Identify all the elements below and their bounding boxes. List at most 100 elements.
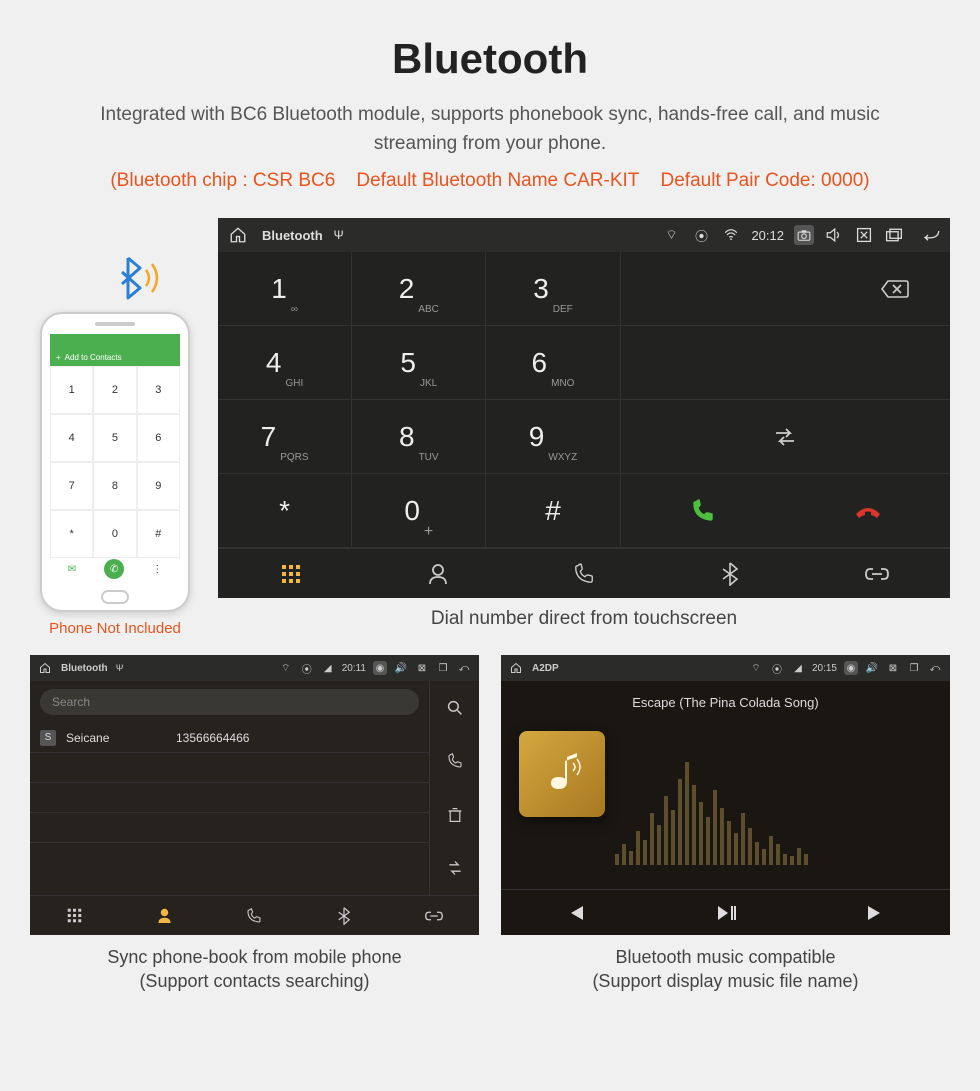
- next-button[interactable]: [800, 890, 950, 935]
- volume-icon[interactable]: 🔊: [394, 661, 408, 675]
- side-delete-icon[interactable]: [430, 788, 479, 842]
- side-sync-icon[interactable]: [430, 842, 479, 896]
- phone-key: #: [137, 510, 180, 558]
- contact-row[interactable]: S Seicane 13566664466: [30, 723, 429, 753]
- volume-icon[interactable]: [824, 225, 844, 245]
- phone-mock-column: +Add to Contacts 1 2 3 4 5 6 7 8 9 * 0 #…: [30, 218, 200, 637]
- phone-mockup: +Add to Contacts 1 2 3 4 5 6 7 8 9 * 0 #…: [40, 312, 190, 612]
- phone-caption: Phone Not Included: [30, 620, 200, 637]
- tab-bluetooth[interactable]: [299, 896, 389, 935]
- phone-key: 9: [137, 462, 180, 510]
- hangup-button[interactable]: [785, 474, 950, 547]
- dial-pad: 1∞ 2ABC 3DEF 4GHI 5JKL 6MNO 7PQRS 8TUV 9…: [218, 252, 621, 548]
- bt-status-icon: ⌔: [279, 661, 293, 675]
- a2dp-panel: A2DP ⌔ ⦿ ◢ 20:15 ◉ 🔊 ⊠ ❐ ⤺ Escape (The P…: [501, 655, 950, 935]
- swap-button[interactable]: [621, 400, 950, 473]
- tab-link[interactable]: [389, 896, 479, 935]
- tab-dialpad[interactable]: [218, 549, 364, 598]
- tab-recent[interactable]: [511, 549, 657, 598]
- camera-icon[interactable]: ◉: [373, 661, 387, 675]
- side-search-icon[interactable]: [430, 681, 479, 735]
- phone-key: *: [50, 510, 93, 558]
- wifi-icon: ◢: [321, 661, 335, 675]
- menu-icon: ⋮: [152, 564, 162, 575]
- phone-key: 6: [137, 414, 180, 462]
- phone-key: 2: [93, 366, 136, 414]
- key-5[interactable]: 5JKL: [352, 326, 486, 400]
- phone-key: 0: [93, 510, 136, 558]
- recent-icon[interactable]: ❐: [907, 661, 921, 675]
- close-icon[interactable]: [854, 225, 874, 245]
- key-0[interactable]: 0+: [352, 474, 486, 548]
- usb-icon: Ψ: [113, 661, 127, 675]
- gps-icon: ⦿: [300, 661, 314, 675]
- tab-contacts[interactable]: [120, 896, 210, 935]
- tab-link[interactable]: [804, 549, 950, 598]
- bluetooth-spec-note: (Bluetooth chip : CSR BC6 Default Blueto…: [40, 170, 940, 192]
- key-hash[interactable]: #: [486, 474, 620, 548]
- camera-icon[interactable]: [794, 225, 814, 245]
- key-9[interactable]: 9WXYZ: [486, 400, 620, 474]
- wifi-icon: ◢: [791, 661, 805, 675]
- gps-icon: ⦿: [691, 225, 711, 245]
- number-display: [621, 252, 841, 325]
- tab-bluetooth[interactable]: [657, 549, 803, 598]
- search-input[interactable]: Search: [40, 689, 419, 715]
- status-bar: Bluetooth Ψ ⌔ ⦿ ◢ 20:11 ◉ 🔊 ⊠ ❐ ⤺: [30, 655, 479, 681]
- contact-name: Seicane: [66, 731, 166, 745]
- home-icon[interactable]: [228, 225, 248, 245]
- status-title: Bluetooth: [262, 228, 323, 243]
- key-star[interactable]: *: [218, 474, 352, 548]
- close-icon[interactable]: ⊠: [415, 661, 429, 675]
- tab-recent[interactable]: [210, 896, 300, 935]
- phonebook-panel: Bluetooth Ψ ⌔ ⦿ ◢ 20:11 ◉ 🔊 ⊠ ❐ ⤺ Search: [30, 655, 479, 935]
- backspace-button[interactable]: [840, 252, 950, 325]
- album-art-icon: [519, 731, 605, 817]
- bottom-tabs: [218, 548, 950, 598]
- close-icon[interactable]: ⊠: [886, 661, 900, 675]
- list-item: [30, 783, 429, 813]
- home-icon[interactable]: [509, 661, 523, 675]
- wifi-icon: [721, 225, 741, 245]
- a2dp-caption: Bluetooth music compatible(Support displ…: [501, 945, 950, 994]
- key-4[interactable]: 4GHI: [218, 326, 352, 400]
- key-7[interactable]: 7PQRS: [218, 400, 352, 474]
- list-item: [30, 813, 429, 843]
- tab-contacts[interactable]: [364, 549, 510, 598]
- phone-key: 4: [50, 414, 93, 462]
- status-time: 20:12: [751, 228, 784, 243]
- usb-icon: Ψ: [329, 225, 349, 245]
- key-3[interactable]: 3DEF: [486, 252, 620, 326]
- recent-icon[interactable]: ❐: [436, 661, 450, 675]
- phone-key: 7: [50, 462, 93, 510]
- phonebook-caption: Sync phone-book from mobile phone(Suppor…: [30, 945, 479, 994]
- msg-icon: ✉: [68, 564, 76, 575]
- dialer-caption: Dial number direct from touchscreen: [218, 608, 950, 630]
- key-6[interactable]: 6MNO: [486, 326, 620, 400]
- play-pause-button[interactable]: [651, 890, 801, 935]
- bt-status-icon: ⌔: [661, 225, 681, 245]
- prev-button[interactable]: [501, 890, 651, 935]
- camera-icon[interactable]: ◉: [844, 661, 858, 675]
- dialer-screen: Bluetooth Ψ ⌔ ⦿ 20:12 1∞ 2ABC: [218, 218, 950, 598]
- back-icon[interactable]: [920, 225, 940, 245]
- phone-key: 1: [50, 366, 93, 414]
- list-item: [30, 753, 429, 783]
- back-icon[interactable]: ⤺: [928, 661, 942, 675]
- bluetooth-waves-icon: [110, 250, 166, 306]
- back-icon[interactable]: ⤺: [457, 661, 471, 675]
- volume-icon[interactable]: 🔊: [865, 661, 879, 675]
- side-call-icon[interactable]: [430, 735, 479, 789]
- status-bar: A2DP ⌔ ⦿ ◢ 20:15 ◉ 🔊 ⊠ ❐ ⤺: [501, 655, 950, 681]
- gps-icon: ⦿: [770, 661, 784, 675]
- tab-dialpad[interactable]: [30, 896, 120, 935]
- key-1[interactable]: 1∞: [218, 252, 352, 326]
- home-icon[interactable]: [38, 661, 52, 675]
- key-8[interactable]: 8TUV: [352, 400, 486, 474]
- bt-status-icon: ⌔: [749, 661, 763, 675]
- page-title: Bluetooth: [40, 35, 940, 83]
- recent-icon[interactable]: [884, 225, 904, 245]
- phone-key: 5: [93, 414, 136, 462]
- call-button[interactable]: [621, 474, 786, 547]
- key-2[interactable]: 2ABC: [352, 252, 486, 326]
